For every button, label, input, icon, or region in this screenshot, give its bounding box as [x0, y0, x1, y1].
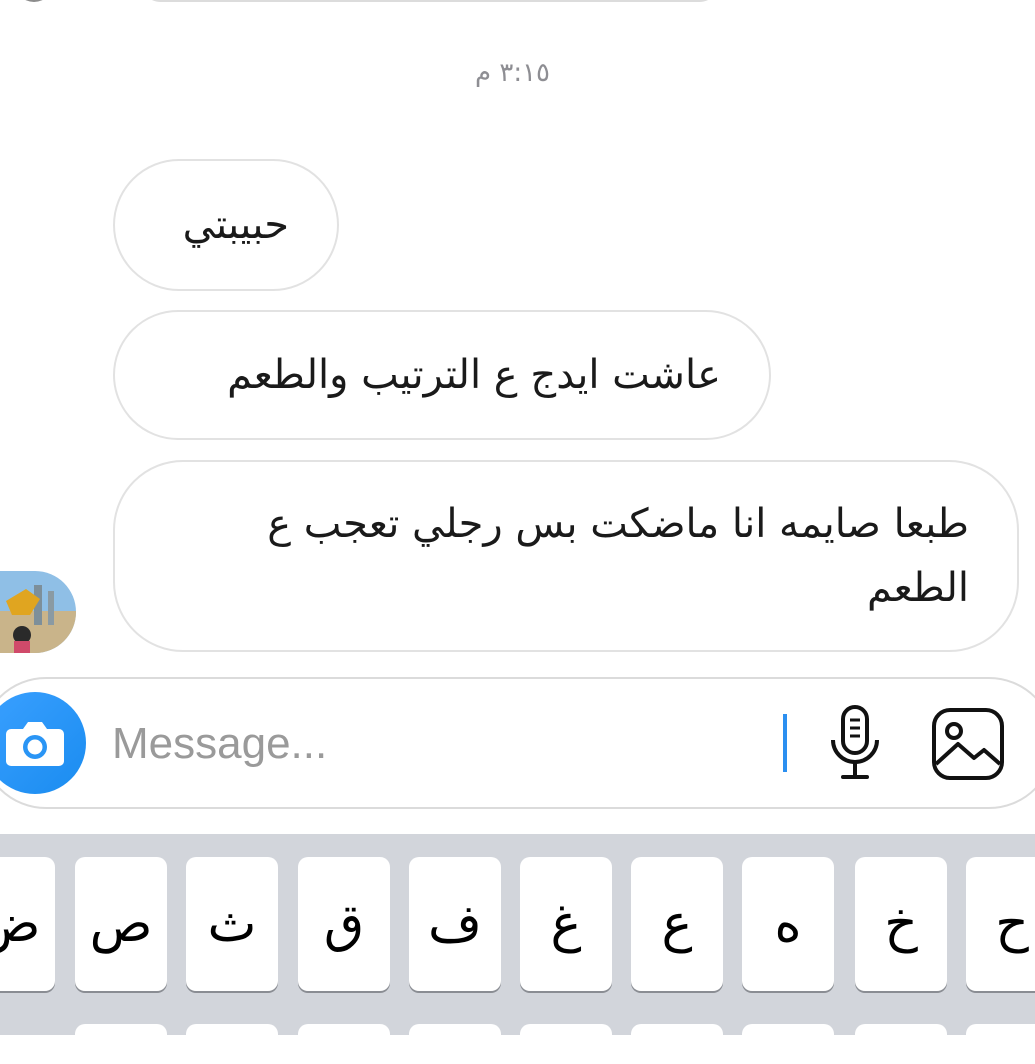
previous-avatar [14, 0, 54, 2]
message-bubble[interactable]: طبعا صايمه انا ماضكت بس رجلي تعجب ع الطع… [113, 460, 1019, 652]
key[interactable]: ق [298, 857, 390, 991]
key[interactable]: خ [855, 857, 947, 991]
key[interactable]: ف [409, 857, 501, 991]
key[interactable]: ض [0, 857, 55, 991]
key[interactable] [742, 1024, 834, 1064]
microphone-icon [831, 705, 879, 779]
message-text: طبعا صايمه انا ماضكت بس رجلي تعجب ع الطع… [267, 501, 969, 611]
key[interactable]: ه [742, 857, 834, 991]
key[interactable]: غ [520, 857, 612, 991]
key[interactable]: ع [631, 857, 723, 991]
message-text: حبيبتي [182, 202, 289, 248]
key[interactable] [631, 1024, 723, 1064]
sender-avatar[interactable] [0, 571, 76, 653]
avatar-photo [0, 571, 76, 653]
message-bubble[interactable]: حبيبتي [113, 159, 339, 291]
message-timestamp: ٣:١٥ م [474, 58, 551, 88]
key[interactable] [855, 1024, 947, 1064]
key[interactable] [75, 1024, 167, 1064]
key[interactable]: ث [186, 857, 278, 991]
previous-message-bubble [140, 0, 720, 2]
voice-message-button[interactable] [826, 704, 884, 782]
gallery-icon [932, 708, 1004, 780]
text-caret [783, 714, 787, 772]
key[interactable] [298, 1024, 390, 1064]
key[interactable] [520, 1024, 612, 1064]
gallery-button[interactable] [930, 706, 1006, 782]
camera-icon [6, 722, 64, 766]
key[interactable]: ح [966, 857, 1035, 991]
message-text: عاشت ايدج ع الترتيب والطعم [227, 352, 721, 398]
key[interactable] [966, 1024, 1035, 1064]
message-input[interactable] [112, 712, 752, 776]
message-bubble[interactable]: عاشت ايدج ع الترتيب والطعم [113, 310, 771, 440]
key[interactable] [186, 1024, 278, 1064]
key[interactable] [409, 1024, 501, 1064]
key[interactable]: ص [75, 857, 167, 991]
